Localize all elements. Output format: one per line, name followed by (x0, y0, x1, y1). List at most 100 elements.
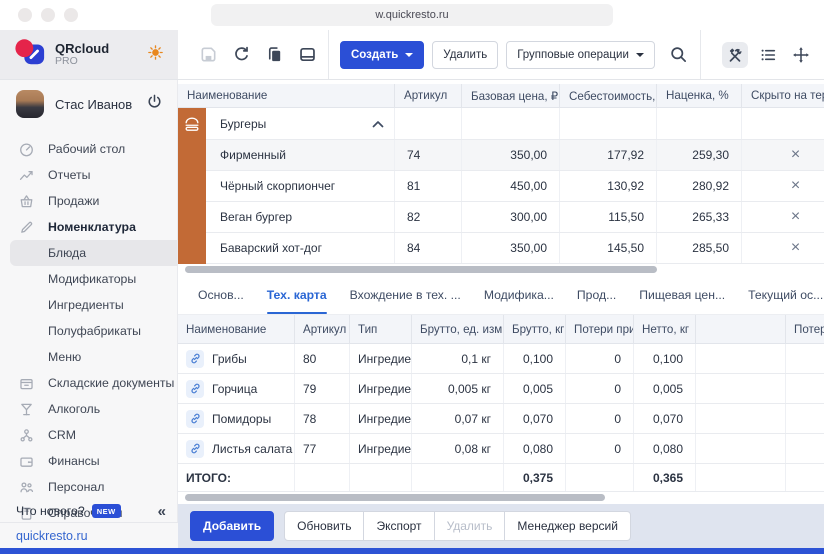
avatar[interactable] (16, 90, 44, 118)
whats-new-row[interactable]: Что нового? NEW « (0, 500, 178, 522)
sidebar-item-menu[interactable]: Меню (0, 344, 177, 370)
link-icon[interactable] (186, 380, 204, 398)
copy-icon[interactable] (264, 45, 284, 65)
tab-tech-card[interactable]: Тех. карта (267, 276, 327, 314)
search-icon[interactable] (669, 45, 689, 65)
sidebar-item-semifinished[interactable]: Полуфабрикаты (0, 318, 177, 344)
sidebar-item-reports[interactable]: Отчеты (0, 162, 177, 188)
sidebar-item-label: Блюда (48, 246, 86, 260)
dish-row[interactable]: Баварский хот-дог 84 350,00 145,50 285,5… (206, 233, 824, 264)
sidebar-item-warehouse-docs[interactable]: Складские документы (0, 370, 177, 396)
scrollbar-thumb[interactable] (185, 494, 605, 501)
group-operations-button[interactable]: Групповые операции (506, 41, 655, 69)
hidden-on-terminal-icon[interactable]: × (791, 240, 800, 256)
tab-modifiers[interactable]: Модифика... (484, 276, 554, 314)
sidebar-item-sales[interactable]: Продажи (0, 188, 177, 214)
dish-row[interactable]: Фирменный 74 350,00 177,92 259,30 × (206, 140, 824, 171)
scrollbar-thumb[interactable] (185, 266, 657, 273)
dish-row[interactable]: Чёрный скорпиончег 81 450,00 130,92 280,… (206, 171, 824, 202)
column-header: Базовая цена, ₽ (462, 84, 560, 107)
gross-unit: 0,07 кг (412, 404, 504, 433)
dish-name: Фирменный (220, 148, 286, 162)
terminal-icon[interactable] (297, 45, 317, 65)
chevron-down-icon (405, 53, 413, 57)
collapse-sidebar-icon[interactable]: « (158, 504, 166, 519)
ingredient-row[interactable]: Грибы 80 Ингредиент 0,1 кг 0,100 0 0,100 (178, 344, 824, 374)
create-button[interactable]: Создать (340, 41, 424, 69)
dish-cost: 115,50 (560, 202, 657, 232)
list-view-icon[interactable] (755, 42, 781, 68)
refresh-button[interactable]: Обновить (284, 511, 364, 541)
gross-kg: 0,100 (504, 344, 566, 373)
export-button[interactable]: Экспорт (363, 511, 434, 541)
sidebar-item-label: Финансы (48, 454, 100, 468)
address-bar[interactable]: w.quickresto.ru (211, 4, 613, 26)
sidebar-item-dashboard[interactable]: Рабочий стол (0, 136, 177, 162)
dishes-table-header: Наименование Артикул Базовая цена, ₽ Себ… (178, 84, 824, 108)
toolbar: Создать Удалить Групповые операции (178, 30, 824, 79)
sidebar-item-crm[interactable]: CRM (0, 422, 177, 448)
ingredient-row[interactable]: Горчица 79 Ингредиент 0,005 кг 0,005 0 0… (178, 374, 824, 404)
sidebar-item-staff[interactable]: Персонал (0, 474, 177, 500)
column-header: Артикул (295, 315, 350, 343)
sidebar: Стас Иванов Рабочий стол (0, 80, 178, 548)
hidden-on-terminal-icon[interactable]: × (791, 178, 800, 194)
link-icon[interactable] (186, 410, 204, 428)
tab-tech-inclusion[interactable]: Вхождение в тех. ... (350, 276, 461, 314)
quickresto-link[interactable]: quickresto.ru (16, 529, 88, 543)
refresh-icon[interactable] (231, 45, 251, 65)
pencil-icon (18, 219, 35, 236)
loss: 0 (566, 434, 634, 463)
tab-main[interactable]: Основ... (198, 276, 244, 314)
window-controls[interactable] (18, 8, 78, 22)
theme-sun-icon[interactable] (147, 44, 164, 66)
delete-row-button[interactable]: Удалить (434, 511, 506, 541)
column-header: Наценка, % (657, 84, 742, 107)
total-label: ИТОГО: (178, 464, 295, 491)
qrcloud-logo-icon (14, 37, 46, 72)
sidebar-item-label: CRM (48, 428, 76, 442)
dish-cost: 177,92 (560, 140, 657, 170)
version-manager-button[interactable]: Менеджер версий (504, 511, 631, 541)
sidebar-item-modifiers[interactable]: Модификаторы (0, 266, 177, 292)
tab-current-stock[interactable]: Текущий ос... (748, 276, 823, 314)
tools-icon[interactable] (722, 42, 748, 68)
save-icon[interactable] (198, 45, 218, 65)
dish-name: Баварский хот-дог (220, 241, 322, 255)
sidebar-item-alcohol[interactable]: Алкоголь (0, 396, 177, 422)
category-row[interactable]: Бургеры (206, 108, 824, 140)
total-net-kg: 0,365 (634, 464, 696, 491)
sidebar-item-nomenclature[interactable]: Номенклатура (0, 214, 177, 240)
ingredient-row[interactable]: Помидоры 78 Ингредиент 0,07 кг 0,070 0 0… (178, 404, 824, 434)
sidebar-item-label: Полуфабрикаты (48, 324, 141, 338)
dish-row[interactable]: Веган бургер 82 300,00 115,50 265,33 × (206, 202, 824, 233)
gross-kg: 0,070 (504, 404, 566, 433)
tab-nutrition[interactable]: Пищевая цен... (639, 276, 725, 314)
ingredient-name: Горчица (212, 382, 257, 396)
move-icon[interactable] (788, 42, 814, 68)
sidebar-item-label: Отчеты (48, 168, 91, 182)
gross-unit: 0,1 кг (412, 344, 504, 373)
org-network-icon (18, 427, 35, 444)
chevron-up-icon[interactable] (372, 117, 384, 131)
sidebar-item-finance[interactable]: Финансы (0, 448, 177, 474)
ingredient-name: Грибы (212, 352, 247, 366)
delete-button[interactable]: Удалить (432, 41, 498, 69)
link-icon[interactable] (186, 350, 204, 368)
sidebar-item-ingredients[interactable]: Ингредиенты (0, 292, 177, 318)
ingredient-row[interactable]: Листья салата 77 Ингредиент 0,08 кг 0,08… (178, 434, 824, 464)
new-badge: NEW (92, 504, 121, 518)
whats-new-label: Что нового? (16, 504, 85, 518)
basket-icon (18, 193, 35, 210)
net-kg: 0,070 (634, 404, 696, 433)
tab-sales[interactable]: Прод... (577, 276, 616, 314)
column-header: Потери (786, 315, 824, 343)
hidden-on-terminal-icon[interactable]: × (791, 209, 800, 225)
column-header: Тип (350, 315, 412, 343)
ingredient-sku: 80 (295, 344, 350, 373)
sidebar-item-dishes[interactable]: Блюда (10, 240, 177, 266)
link-icon[interactable] (186, 440, 204, 458)
add-button[interactable]: Добавить (190, 511, 274, 541)
hidden-on-terminal-icon[interactable]: × (791, 147, 800, 163)
logout-power-icon[interactable] (146, 93, 163, 115)
